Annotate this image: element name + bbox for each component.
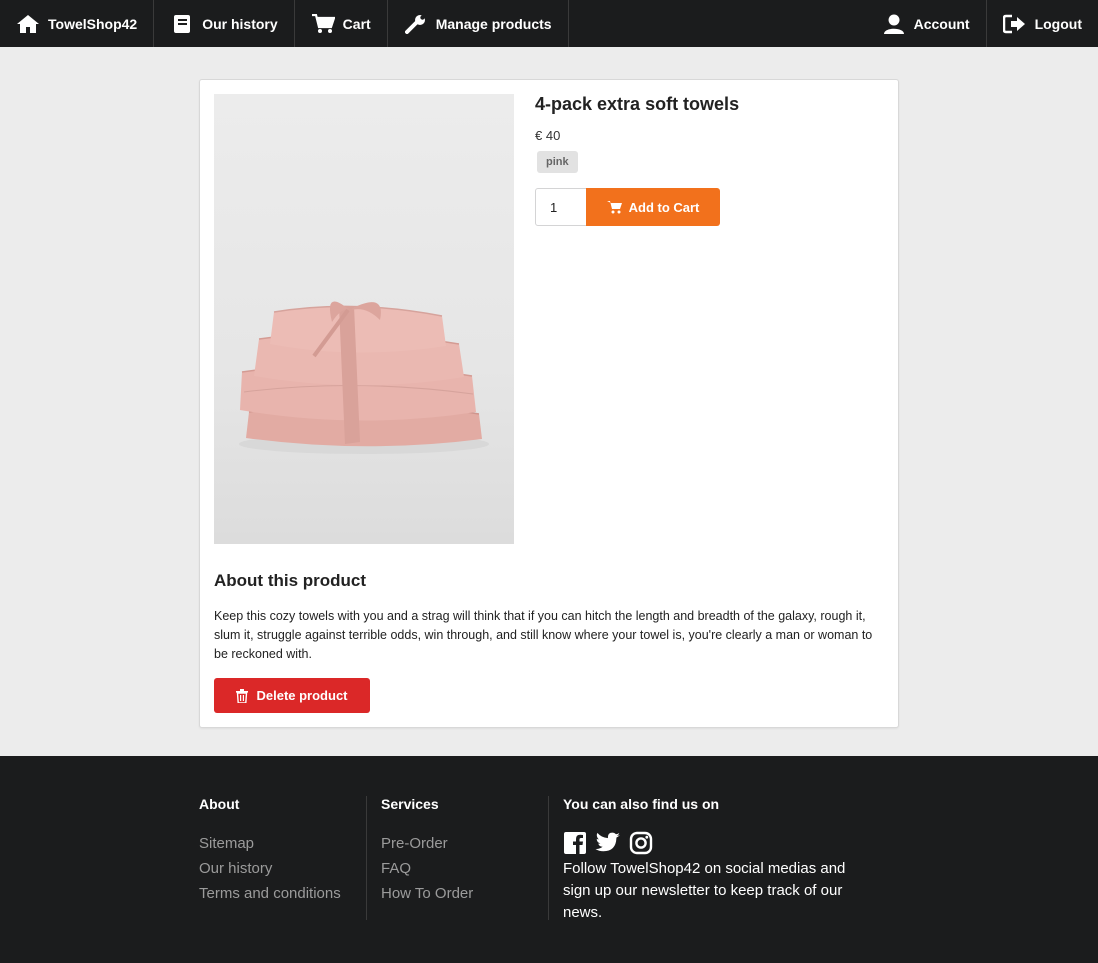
footer-social-title: You can also find us on: [563, 796, 720, 812]
footer-link-terms[interactable]: Terms and conditions: [199, 884, 366, 903]
nav-our-history[interactable]: Our history: [154, 0, 295, 47]
top-navbar: TowelShop42 Our history Cart Manage prod…: [0, 0, 1098, 47]
quantity-input[interactable]: [535, 188, 587, 226]
nav-home[interactable]: TowelShop42: [0, 0, 155, 47]
footer-link-faq[interactable]: FAQ: [381, 859, 548, 878]
logout-icon: [1002, 14, 1027, 34]
social-icons: [563, 830, 863, 856]
nav-right-group: Account Logout: [866, 0, 1098, 47]
product-image: [214, 94, 514, 544]
nav-account[interactable]: Account: [866, 0, 986, 47]
delete-product-label: Delete product: [256, 688, 348, 703]
delete-product-button[interactable]: Delete product: [214, 678, 370, 713]
twitter-icon[interactable]: [595, 832, 621, 854]
nav-our-history-label: Our history: [202, 15, 278, 32]
user-icon: [882, 14, 906, 34]
nav-logout-label: Logout: [1034, 15, 1082, 32]
nav-account-label: Account: [913, 15, 970, 32]
nav-cart-label: Cart: [342, 15, 371, 32]
add-to-cart-label: Add to Cart: [628, 199, 700, 215]
color-badge: pink: [537, 151, 578, 173]
footer-about-column: About Sitemap Our history Terms and cond…: [199, 796, 367, 920]
about-heading: About this product: [214, 571, 367, 590]
cart-icon: [311, 13, 335, 34]
product-title: 4-pack extra soft towels: [535, 94, 740, 114]
footer-services-title: Services: [381, 796, 439, 812]
instagram-icon[interactable]: [629, 831, 653, 855]
wrench-icon: [404, 14, 428, 34]
book-icon: [170, 14, 194, 34]
nav-logout[interactable]: Logout: [985, 0, 1098, 47]
footer-link-sitemap[interactable]: Sitemap: [199, 834, 366, 853]
nav-home-label: TowelShop42: [48, 15, 138, 32]
home-icon: [16, 14, 40, 34]
footer-link-pre-order[interactable]: Pre-Order: [381, 834, 548, 853]
footer-services-column: Services Pre-Order FAQ How To Order: [381, 796, 549, 920]
product-card: 4-pack extra soft towels € 40 pink Add t…: [199, 79, 899, 728]
product-description: Keep this cozy towels with you and a str…: [214, 609, 873, 661]
nav-manage-products[interactable]: Manage products: [388, 0, 569, 47]
footer-social-column: You can also find us on Follow TowelShop…: [563, 796, 863, 924]
trash-icon: [236, 688, 249, 703]
facebook-icon[interactable]: [563, 831, 587, 855]
footer-link-how-to-order[interactable]: How To Order: [381, 884, 548, 903]
nav-cart[interactable]: Cart: [295, 0, 388, 47]
product-price: € 40: [535, 128, 561, 143]
footer-link-our-history[interactable]: Our history: [199, 859, 366, 878]
footer: About Sitemap Our history Terms and cond…: [0, 756, 1098, 963]
footer-about-title: About: [199, 796, 240, 812]
nav-manage-products-label: Manage products: [435, 15, 552, 32]
cart-icon: [606, 200, 623, 214]
add-to-cart-button[interactable]: Add to Cart: [586, 188, 720, 226]
footer-follow-text: Follow TowelShop42 on social medias and …: [563, 860, 846, 921]
